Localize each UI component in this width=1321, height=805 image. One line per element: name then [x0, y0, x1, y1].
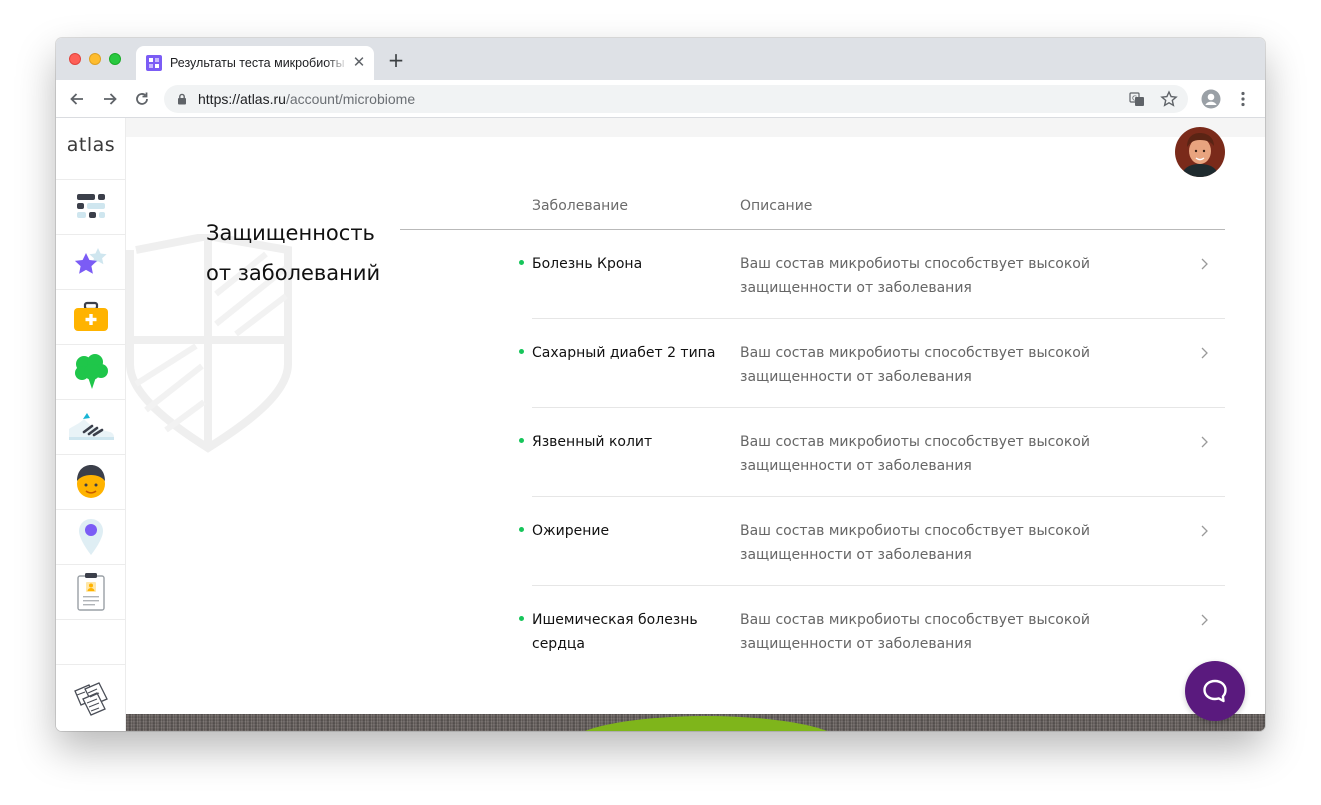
medical-kit-icon	[74, 301, 108, 331]
chevron-right-icon[interactable]	[1196, 612, 1212, 628]
dashboard-icon	[77, 194, 105, 218]
disease-description: Ваш состав микробиоты способствует высок…	[740, 345, 1090, 385]
chevron-right-icon[interactable]	[1196, 345, 1212, 361]
maximize-window-button[interactable]	[109, 53, 121, 65]
chevron-right-icon[interactable]	[1196, 434, 1212, 450]
svg-text:G: G	[1132, 95, 1137, 103]
disease-description: Ваш состав микробиоты способствует высок…	[740, 523, 1090, 563]
disease-description: Ваш состав микробиоты способствует высок…	[740, 434, 1090, 474]
column-header-disease: Заболевание	[532, 198, 629, 214]
tab-title: Результаты теста микробиоты	[170, 56, 345, 70]
user-avatar[interactable]	[1175, 127, 1225, 177]
tab-microbiome-results[interactable]: Результаты теста микробиоты ✕	[136, 46, 374, 80]
chat-bubble-icon	[1203, 679, 1227, 703]
sidebar-item-activity[interactable]	[56, 399, 126, 454]
table-row[interactable]: Сахарный диабет 2 типа Ваш состав микроб…	[516, 319, 1225, 408]
footer-banner-image	[126, 714, 1265, 731]
chat-button[interactable]	[1185, 661, 1245, 721]
sidebar-item-nutrition[interactable]	[56, 344, 126, 399]
sidebar-item-dashboard[interactable]	[56, 179, 126, 234]
avatar-photo-icon	[1175, 127, 1225, 177]
minimize-window-button[interactable]	[89, 53, 101, 65]
sidebar-item-archive[interactable]	[56, 664, 126, 731]
status-dot	[519, 260, 524, 265]
main-content: Защищенность от заболеваний Заболевание …	[126, 118, 1265, 731]
atlas-favicon-icon	[146, 55, 162, 71]
table-row[interactable]: Ишемическая болезнь сердца Ваш состав ми…	[516, 586, 1225, 675]
sidebar: atlas	[56, 118, 126, 731]
profile-button[interactable]	[1201, 89, 1221, 109]
table-row[interactable]: Болезнь Крона Ваш состав микробиоты спос…	[516, 230, 1225, 319]
stars-icon	[74, 248, 107, 274]
sidebar-item-stars[interactable]	[56, 234, 126, 289]
sidebar-item-location[interactable]	[56, 509, 126, 564]
new-tab-button[interactable]: +	[386, 50, 406, 70]
person-icon	[77, 465, 105, 498]
tab-strip: Результаты теста микробиоты ✕ +	[56, 38, 1265, 80]
clipboard-badge-icon	[77, 573, 105, 611]
disease-name: Язвенный колит	[532, 434, 653, 450]
status-dot	[519, 616, 524, 621]
sidebar-item-medical[interactable]	[56, 289, 126, 344]
status-dot	[519, 349, 524, 354]
account-icon	[1201, 89, 1221, 109]
forward-button[interactable]	[100, 89, 120, 109]
browser-toolbar: https://atlas.ru/account/microbiome G	[56, 80, 1265, 118]
chevron-right-icon[interactable]	[1196, 256, 1212, 272]
kebab-menu-icon	[1241, 91, 1245, 107]
disease-description: Ваш состав микробиоты способствует высок…	[740, 256, 1090, 296]
sidebar-item-profile[interactable]	[56, 454, 126, 509]
arrow-left-icon	[70, 93, 83, 105]
browser-menu-button[interactable]	[1233, 89, 1253, 109]
broccoli-icon	[75, 354, 108, 389]
chevron-right-icon[interactable]	[1196, 523, 1212, 539]
disease-description: Ваш состав микробиоты способствует высок…	[740, 612, 1090, 652]
url-text: https://atlas.ru/account/microbiome	[198, 91, 416, 107]
back-button[interactable]	[67, 89, 87, 109]
address-bar[interactable]: https://atlas.ru/account/microbiome G	[164, 85, 1188, 113]
atlas-logo[interactable]: atlas	[56, 134, 126, 156]
disease-name: Ишемическая болезнь сердца	[532, 612, 698, 652]
disease-name: Болезнь Крона	[532, 256, 643, 272]
sidebar-item-documents[interactable]	[56, 564, 126, 619]
location-pin-icon	[79, 519, 103, 555]
arrow-right-icon	[104, 93, 117, 105]
reload-icon	[136, 92, 148, 105]
tab-close-icon[interactable]: ✕	[351, 54, 367, 70]
page-content: atlas Защищенность от заболеваний Заболе…	[56, 118, 1265, 731]
bookmark-star-icon[interactable]	[1160, 90, 1178, 108]
translate-icon[interactable]: G	[1128, 90, 1146, 108]
documents-icon	[74, 682, 108, 716]
section-title: Защищенность от заболеваний	[206, 221, 381, 285]
status-dot	[519, 527, 524, 532]
lock-icon	[178, 93, 186, 105]
status-dot	[519, 438, 524, 443]
reload-button[interactable]	[132, 89, 152, 109]
table-row[interactable]: Ожирение Ваш состав микробиоты способств…	[516, 497, 1225, 586]
table-row[interactable]: Язвенный колит Ваш состав микробиоты спо…	[516, 408, 1225, 497]
browser-window: Результаты теста микробиоты ✕ + https://…	[56, 38, 1265, 731]
disease-name: Ожирение	[532, 523, 610, 539]
close-window-button[interactable]	[69, 53, 81, 65]
column-header-description: Описание	[740, 198, 813, 214]
disease-name: Сахарный диабет 2 типа	[532, 345, 716, 361]
sneaker-icon	[69, 413, 114, 440]
